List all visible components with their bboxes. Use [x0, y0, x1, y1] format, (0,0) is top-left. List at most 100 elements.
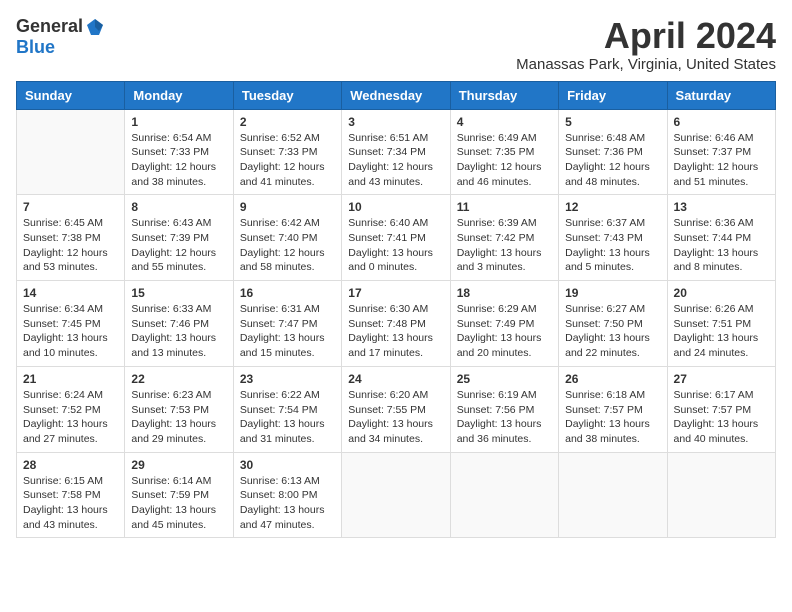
calendar-cell: 29 Sunrise: 6:14 AMSunset: 7:59 PMDayligh…: [125, 452, 233, 538]
calendar-cell: 13 Sunrise: 6:36 AMSunset: 7:44 PMDayligh…: [667, 195, 775, 281]
calendar-cell: 20 Sunrise: 6:26 AMSunset: 7:51 PMDayligh…: [667, 281, 775, 367]
calendar-cell: 19 Sunrise: 6:27 AMSunset: 7:50 PMDayligh…: [559, 281, 667, 367]
calendar-cell: 24 Sunrise: 6:20 AMSunset: 7:55 PMDayligh…: [342, 366, 450, 452]
page-header: General Blue April 2024 Manassas Park, V…: [16, 16, 776, 73]
calendar-cell: 14Sunrise: 6:34 AMSunset: 7:45 PMDayligh…: [17, 281, 125, 367]
day-info: Sunrise: 6:48 AMSunset: 7:36 PMDaylight:…: [565, 131, 660, 190]
day-info: Sunrise: 6:40 AMSunset: 7:41 PMDaylight:…: [348, 216, 443, 275]
month-title: April 2024: [516, 16, 776, 56]
logo-general-text: General: [16, 16, 83, 37]
day-number: 17: [348, 286, 443, 300]
day-number: 25: [457, 372, 552, 386]
day-info: Sunrise: 6:27 AMSunset: 7:50 PMDaylight:…: [565, 302, 660, 361]
calendar-cell: [17, 109, 125, 195]
day-info: Sunrise: 6:14 AMSunset: 7:59 PMDaylight:…: [131, 474, 226, 533]
calendar-cell: 26 Sunrise: 6:18 AMSunset: 7:57 PMDayligh…: [559, 366, 667, 452]
day-info: Sunrise: 6:19 AMSunset: 7:56 PMDaylight:…: [457, 388, 552, 447]
calendar-cell: 18Sunrise: 6:29 AMSunset: 7:49 PMDayligh…: [450, 281, 558, 367]
day-number: 20: [674, 286, 769, 300]
day-info: Sunrise: 6:31 AMSunset: 7:47 PMDaylight:…: [240, 302, 335, 361]
calendar-cell: 21Sunrise: 6:24 AMSunset: 7:52 PMDayligh…: [17, 366, 125, 452]
day-info: Sunrise: 6:15 AMSunset: 7:58 PMDaylight:…: [23, 474, 118, 533]
calendar-cell: 11Sunrise: 6:39 AMSunset: 7:42 PMDayligh…: [450, 195, 558, 281]
calendar-header-row: SundayMondayTuesdayWednesdayThursdayFrid…: [17, 81, 776, 109]
day-number: 21: [23, 372, 118, 386]
day-info: Sunrise: 6:52 AMSunset: 7:33 PMDaylight:…: [240, 131, 335, 190]
title-section: April 2024 Manassas Park, Virginia, Unit…: [516, 16, 776, 73]
calendar-cell: 15 Sunrise: 6:33 AMSunset: 7:46 PMDayligh…: [125, 281, 233, 367]
day-number: 2: [240, 115, 335, 129]
day-number: 23: [240, 372, 335, 386]
calendar-cell: 3Sunrise: 6:51 AMSunset: 7:34 PMDaylight…: [342, 109, 450, 195]
day-number: 8: [131, 200, 226, 214]
day-number: 30: [240, 458, 335, 472]
day-number: 13: [674, 200, 769, 214]
day-number: 10: [348, 200, 443, 214]
week-row-2: 7Sunrise: 6:45 AMSunset: 7:38 PMDaylight…: [17, 195, 776, 281]
day-info: Sunrise: 6:51 AMSunset: 7:34 PMDaylight:…: [348, 131, 443, 190]
day-info: Sunrise: 6:29 AMSunset: 7:49 PMDaylight:…: [457, 302, 552, 361]
day-info: Sunrise: 6:17 AMSunset: 7:57 PMDaylight:…: [674, 388, 769, 447]
col-header-thursday: Thursday: [450, 81, 558, 109]
calendar-cell: 6Sunrise: 6:46 AMSunset: 7:37 PMDaylight…: [667, 109, 775, 195]
day-number: 12: [565, 200, 660, 214]
day-number: 24: [348, 372, 443, 386]
col-header-friday: Friday: [559, 81, 667, 109]
calendar-cell: 27 Sunrise: 6:17 AMSunset: 7:57 PMDayligh…: [667, 366, 775, 452]
day-info: Sunrise: 6:30 AMSunset: 7:48 PMDaylight:…: [348, 302, 443, 361]
week-row-5: 28Sunrise: 6:15 AMSunset: 7:58 PMDayligh…: [17, 452, 776, 538]
calendar-cell: 17 Sunrise: 6:30 AMSunset: 7:48 PMDayligh…: [342, 281, 450, 367]
calendar-cell: 30 Sunrise: 6:13 AMSunset: 8:00 PMDayligh…: [233, 452, 341, 538]
calendar-cell: 16 Sunrise: 6:31 AMSunset: 7:47 PMDayligh…: [233, 281, 341, 367]
calendar-cell: 12 Sunrise: 6:37 AMSunset: 7:43 PMDayligh…: [559, 195, 667, 281]
day-info: Sunrise: 6:37 AMSunset: 7:43 PMDaylight:…: [565, 216, 660, 275]
day-number: 9: [240, 200, 335, 214]
day-info: Sunrise: 6:34 AMSunset: 7:45 PMDaylight:…: [23, 302, 118, 361]
day-number: 5: [565, 115, 660, 129]
day-info: Sunrise: 6:23 AMSunset: 7:53 PMDaylight:…: [131, 388, 226, 447]
calendar-cell: 7Sunrise: 6:45 AMSunset: 7:38 PMDaylight…: [17, 195, 125, 281]
logo-flag-icon: [85, 17, 105, 37]
calendar-cell: 8 Sunrise: 6:43 AMSunset: 7:39 PMDaylight…: [125, 195, 233, 281]
calendar-cell: [667, 452, 775, 538]
day-info: Sunrise: 6:39 AMSunset: 7:42 PMDaylight:…: [457, 216, 552, 275]
day-info: Sunrise: 6:26 AMSunset: 7:51 PMDaylight:…: [674, 302, 769, 361]
day-number: 26: [565, 372, 660, 386]
day-info: Sunrise: 6:18 AMSunset: 7:57 PMDaylight:…: [565, 388, 660, 447]
day-info: Sunrise: 6:36 AMSunset: 7:44 PMDaylight:…: [674, 216, 769, 275]
calendar-cell: 1 Sunrise: 6:54 AMSunset: 7:33 PMDaylight…: [125, 109, 233, 195]
day-info: Sunrise: 6:22 AMSunset: 7:54 PMDaylight:…: [240, 388, 335, 447]
calendar-cell: 25 Sunrise: 6:19 AMSunset: 7:56 PMDayligh…: [450, 366, 558, 452]
calendar-cell: [450, 452, 558, 538]
day-number: 27: [674, 372, 769, 386]
day-info: Sunrise: 6:54 AMSunset: 7:33 PMDaylight:…: [131, 131, 226, 190]
calendar-cell: [559, 452, 667, 538]
day-info: Sunrise: 6:13 AMSunset: 8:00 PMDaylight:…: [240, 474, 335, 533]
calendar-cell: 23 Sunrise: 6:22 AMSunset: 7:54 PMDayligh…: [233, 366, 341, 452]
col-header-tuesday: Tuesday: [233, 81, 341, 109]
day-number: 1: [131, 115, 226, 129]
day-info: Sunrise: 6:42 AMSunset: 7:40 PMDaylight:…: [240, 216, 335, 275]
day-number: 29: [131, 458, 226, 472]
col-header-wednesday: Wednesday: [342, 81, 450, 109]
calendar-cell: 2 Sunrise: 6:52 AMSunset: 7:33 PMDaylight…: [233, 109, 341, 195]
location-text: Manassas Park, Virginia, United States: [516, 56, 776, 73]
day-info: Sunrise: 6:20 AMSunset: 7:55 PMDaylight:…: [348, 388, 443, 447]
calendar-cell: 28Sunrise: 6:15 AMSunset: 7:58 PMDayligh…: [17, 452, 125, 538]
day-number: 19: [565, 286, 660, 300]
logo: General Blue: [16, 16, 105, 58]
day-info: Sunrise: 6:43 AMSunset: 7:39 PMDaylight:…: [131, 216, 226, 275]
calendar-cell: 10 Sunrise: 6:40 AMSunset: 7:41 PMDayligh…: [342, 195, 450, 281]
calendar-cell: 22Sunrise: 6:23 AMSunset: 7:53 PMDayligh…: [125, 366, 233, 452]
day-info: Sunrise: 6:33 AMSunset: 7:46 PMDaylight:…: [131, 302, 226, 361]
col-header-saturday: Saturday: [667, 81, 775, 109]
day-number: 16: [240, 286, 335, 300]
calendar-table: SundayMondayTuesdayWednesdayThursdayFrid…: [16, 81, 776, 539]
day-number: 4: [457, 115, 552, 129]
week-row-1: 1 Sunrise: 6:54 AMSunset: 7:33 PMDaylight…: [17, 109, 776, 195]
col-header-sunday: Sunday: [17, 81, 125, 109]
calendar-cell: [342, 452, 450, 538]
day-number: 6: [674, 115, 769, 129]
calendar-cell: 5 Sunrise: 6:48 AMSunset: 7:36 PMDaylight…: [559, 109, 667, 195]
day-number: 15: [131, 286, 226, 300]
